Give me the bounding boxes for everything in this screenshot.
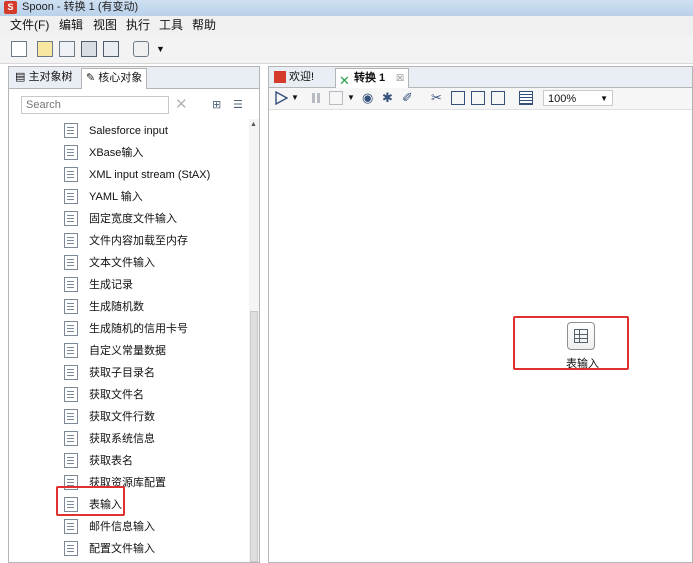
step-icon bbox=[64, 453, 78, 468]
step-icon bbox=[64, 211, 78, 226]
list-item[interactable]: 获取系统信息 bbox=[64, 428, 244, 450]
table-input-step[interactable] bbox=[567, 322, 595, 350]
step-icon bbox=[64, 541, 78, 556]
expand-tree-icon[interactable]: ☰ bbox=[233, 98, 247, 112]
collapse-tree-icon[interactable]: ⊞ bbox=[212, 98, 226, 112]
step-icon bbox=[64, 255, 78, 270]
list-item[interactable]: 获取文件名 bbox=[64, 384, 244, 406]
menu-run[interactable]: 执行 bbox=[126, 16, 150, 35]
save-as-icon[interactable] bbox=[103, 41, 119, 57]
step-icon bbox=[64, 189, 78, 204]
list-item[interactable]: 自定义常量数据 bbox=[64, 340, 244, 362]
new-file-icon[interactable] bbox=[11, 41, 27, 57]
zoom-select[interactable]: 100% ▼ bbox=[543, 90, 613, 106]
list-item[interactable]: 获取文件行数 bbox=[64, 406, 244, 428]
title-bar: S Spoon - 转换 1 (有变动) bbox=[0, 0, 693, 16]
list-item[interactable]: 生成记录 bbox=[64, 274, 244, 296]
explore-db-icon[interactable] bbox=[491, 91, 505, 105]
list-item[interactable]: XBase输入 bbox=[64, 142, 244, 164]
stop-dropdown-icon[interactable]: ▼ bbox=[347, 93, 355, 102]
menu-edit[interactable]: 编辑 bbox=[59, 16, 83, 35]
close-tab-icon[interactable]: ☒ bbox=[396, 69, 404, 88]
list-item[interactable]: 生成随机的信用卡号 bbox=[64, 318, 244, 340]
left-scrollbar[interactable]: ▲ bbox=[249, 119, 259, 562]
list-item[interactable]: 文件内容加载至内存 bbox=[64, 230, 244, 252]
table-input-step-label: 表输入 bbox=[566, 358, 599, 370]
zoom-dropdown-icon[interactable]: ▼ bbox=[600, 91, 608, 107]
main-toolbar: ▼ bbox=[0, 35, 693, 64]
save-icon[interactable] bbox=[81, 41, 97, 57]
analyze-impact-icon[interactable] bbox=[451, 91, 465, 105]
dropdown-arrow-icon[interactable]: ▼ bbox=[156, 44, 165, 54]
menu-tools[interactable]: 工具 bbox=[159, 16, 183, 35]
list-item[interactable]: 邮件信息输入 bbox=[64, 516, 244, 538]
list-item[interactable]: 文本文件输入 bbox=[64, 252, 244, 274]
step-icon bbox=[64, 365, 78, 380]
open-folder-icon[interactable] bbox=[37, 41, 53, 57]
step-icon bbox=[64, 431, 78, 446]
scroll-thumb[interactable] bbox=[250, 311, 258, 562]
transform-canvas[interactable]: 表输入 bbox=[269, 110, 692, 562]
highlight-box-table-input bbox=[56, 486, 125, 516]
menu-bar: 文件(F) 编辑 视图 执行 工具 帮助 bbox=[0, 16, 693, 35]
welcome-icon bbox=[274, 71, 286, 83]
step-icon bbox=[64, 145, 78, 160]
verify-icon[interactable]: ✂ bbox=[431, 91, 445, 105]
canvas-toolbar: ▼ ▼ ◉ ✱ ✐ ✂ 100% ▼ bbox=[269, 88, 692, 110]
run-dropdown-icon[interactable]: ▼ bbox=[291, 93, 299, 102]
pause-icon[interactable] bbox=[309, 91, 323, 105]
step-icon bbox=[64, 387, 78, 402]
tab-core-objects[interactable]: ✎ 核心对象 bbox=[81, 68, 148, 89]
tab-transform-1[interactable]: ✕ 转换 1 ☒ bbox=[335, 68, 409, 88]
list-item[interactable]: 配置文件输入 bbox=[64, 538, 244, 560]
step-icon bbox=[64, 167, 78, 182]
run-icon[interactable] bbox=[274, 90, 289, 106]
step-icon bbox=[64, 123, 78, 138]
left-tab-bar: ▤ 主对象树 ✎ 核心对象 bbox=[9, 67, 259, 89]
right-panel: 欢迎! ✕ 转换 1 ☒ ▼ ▼ ◉ ✱ ✐ ✂ 100% ▼ 表输入 bbox=[268, 66, 693, 563]
layers-icon[interactable] bbox=[133, 41, 149, 57]
left-panel: ▤ 主对象树 ✎ 核心对象 ✕ ⊞ ☰ Salesforce input XBa… bbox=[8, 66, 260, 563]
step-icon bbox=[64, 409, 78, 424]
debug-icon[interactable]: ✱ bbox=[382, 91, 396, 105]
step-icon bbox=[64, 299, 78, 314]
menu-view[interactable]: 视图 bbox=[93, 16, 117, 35]
step-icon bbox=[64, 343, 78, 358]
pencil-icon: ✎ bbox=[86, 72, 96, 84]
search-input[interactable] bbox=[21, 96, 169, 114]
sql-icon[interactable] bbox=[471, 91, 485, 105]
list-item[interactable]: YAML 输入 bbox=[64, 186, 244, 208]
preview-icon[interactable]: ◉ bbox=[362, 91, 376, 105]
tab-main-object-tree[interactable]: ▤ 主对象树 bbox=[11, 68, 76, 87]
list-item[interactable]: 获取表名 bbox=[64, 450, 244, 472]
window-title: Spoon - 转换 1 (有变动) bbox=[22, 1, 139, 13]
list-item[interactable]: XML input stream (StAX) bbox=[64, 164, 244, 186]
tab-welcome[interactable]: 欢迎! bbox=[271, 68, 321, 87]
spoon-app-icon: S bbox=[4, 1, 17, 14]
step-icon bbox=[64, 321, 78, 336]
list-item[interactable]: 生成随机数 bbox=[64, 296, 244, 318]
list-item[interactable]: Salesforce input bbox=[64, 120, 244, 142]
menu-file[interactable]: 文件(F) bbox=[10, 16, 49, 35]
clear-search-icon[interactable]: ✕ bbox=[175, 96, 188, 114]
list-item[interactable]: 固定宽度文件输入 bbox=[64, 208, 244, 230]
step-icon bbox=[64, 233, 78, 248]
explore-repository-icon[interactable] bbox=[59, 41, 75, 57]
table-input-icon bbox=[574, 329, 588, 343]
menu-help[interactable]: 帮助 bbox=[192, 16, 216, 35]
replay-icon[interactable]: ✐ bbox=[402, 91, 416, 105]
show-results-icon[interactable] bbox=[519, 91, 533, 105]
stop-icon[interactable] bbox=[329, 91, 343, 105]
right-tab-bar: 欢迎! ✕ 转换 1 ☒ bbox=[269, 67, 692, 88]
step-icon bbox=[64, 277, 78, 292]
list-item[interactable]: 获取子目录名 bbox=[64, 362, 244, 384]
tree-icon: ▤ bbox=[15, 71, 26, 83]
step-icon bbox=[64, 519, 78, 534]
scroll-up-icon[interactable]: ▲ bbox=[250, 121, 257, 128]
